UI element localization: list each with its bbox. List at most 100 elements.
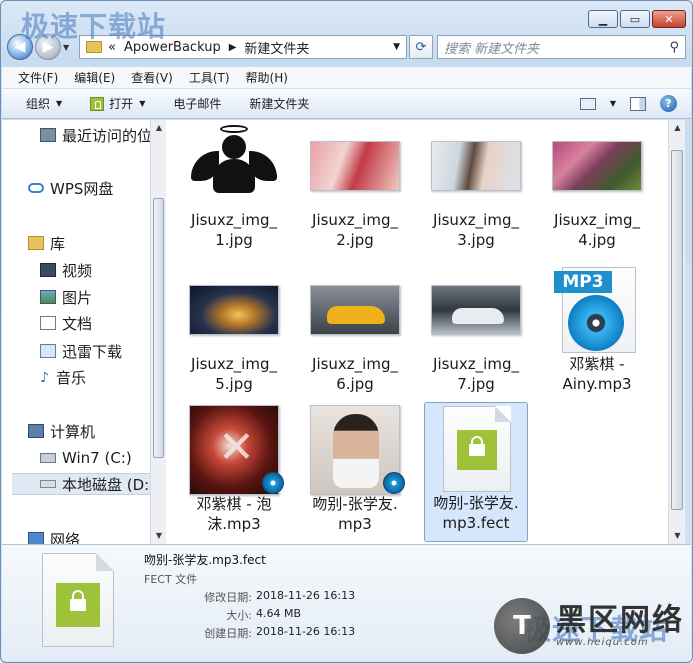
details-size: 大小: 4.64 MB <box>226 607 302 622</box>
view-options-dropdown-icon[interactable]: ▼ <box>610 99 616 108</box>
thumbnail <box>545 120 649 212</box>
file-item[interactable]: 吻别-张学友. mp3 <box>303 404 407 534</box>
photo-image <box>310 285 400 335</box>
watermark-brand: 黑区网络 <box>556 602 684 638</box>
thumbnail <box>182 404 286 496</box>
file-item[interactable]: Jisuxz_img_ 6.jpg <box>303 264 407 394</box>
maximize-button[interactable]: ▭ <box>620 10 650 28</box>
nav-library[interactable]: 库 <box>28 232 65 254</box>
nav-computer[interactable]: 计算机 <box>28 420 95 442</box>
file-name: Jisuxz_img_ 3.jpg <box>433 211 519 249</box>
computer-icon <box>28 424 44 438</box>
details-modified: 修改日期: 2018-11-26 16:13 <box>204 589 356 604</box>
nav-network-label: 网络 <box>50 530 81 545</box>
file-item[interactable]: MP3 邓紫棋 - Ainy.mp3 <box>545 264 649 394</box>
change-view-icon[interactable] <box>579 97 596 110</box>
system-drive-icon <box>40 453 56 463</box>
file-item-selected[interactable]: 吻别-张学友. mp3.fect <box>424 402 528 542</box>
menu-edit[interactable]: 编辑(E) <box>74 69 115 86</box>
file-name: Jisuxz_img_ 7.jpg <box>433 355 519 393</box>
scroll-down-icon[interactable]: ▼ <box>669 528 686 544</box>
locked-file-icon <box>42 553 118 651</box>
photo-image <box>552 141 642 191</box>
address-dropdown-icon[interactable]: ▼ <box>393 42 400 52</box>
help-icon[interactable]: ? <box>660 95 677 112</box>
nav-network[interactable]: 网络 <box>28 528 80 544</box>
nav-computer-label: 计算机 <box>50 422 96 441</box>
music-note-icon: ♪ <box>40 370 49 386</box>
menu-file[interactable]: 文件(F) <box>18 69 58 86</box>
file-name: 吻别-张学友. mp3.fect <box>433 494 519 532</box>
minimize-button[interactable]: ▁ <box>588 10 618 28</box>
email-button[interactable]: 电子邮件 <box>173 95 221 112</box>
menu-view[interactable]: 查看(V) <box>131 69 173 86</box>
menu-tools[interactable]: 工具(T) <box>189 69 230 86</box>
scroll-thumb[interactable] <box>671 150 683 510</box>
nav-recent-label: 最近访问的位 <box>62 126 150 145</box>
search-icon[interactable]: ⚲ <box>669 40 679 55</box>
nav-music[interactable]: ♪ 音乐 <box>40 366 86 388</box>
chevron-down-icon: ▼ <box>56 99 63 108</box>
close-button[interactable]: ✕ <box>652 10 686 28</box>
explorer-window: 极速下载站 ▁ ▭ ✕ ◀ ▶ ▼ « ApowerBackup ▶ 新建文件夹… <box>0 0 693 663</box>
video-icon <box>40 263 56 277</box>
refresh-icon: ⟳ <box>415 39 427 55</box>
nav-documents[interactable]: 文档 <box>40 312 92 334</box>
file-item[interactable]: Jisuxz_img_ 3.jpg <box>424 120 528 250</box>
mushroom-logo-icon: T <box>494 598 550 654</box>
search-placeholder: 搜索 新建文件夹 <box>444 41 540 57</box>
file-item[interactable]: Jisuxz_img_ 1.jpg <box>182 120 286 250</box>
open-button[interactable]: 打开 ▼ <box>90 95 145 112</box>
file-list-scrollbar[interactable]: ▲ ▼ <box>668 120 685 544</box>
details-filename: 吻别-张学友.mp3.fect <box>144 553 266 567</box>
watermark-top: 极速下载站 <box>21 10 167 43</box>
search-input[interactable]: 搜索 新建文件夹 ⚲ <box>437 35 686 59</box>
watermark-bottom: T 黑区网络 www.heiqu.com <box>494 598 684 654</box>
scroll-up-icon[interactable]: ▲ <box>669 120 686 136</box>
new-folder-button[interactable]: 新建文件夹 <box>249 95 309 112</box>
file-name: Jisuxz_img_ 4.jpg <box>554 211 640 249</box>
photo-image <box>431 285 521 335</box>
thumbnail <box>303 404 407 496</box>
organize-button[interactable]: 组织 ▼ <box>26 95 62 112</box>
preview-pane-icon[interactable] <box>630 96 646 111</box>
file-item[interactable]: Jisuxz_img_ 7.jpg <box>424 264 528 394</box>
nav-pictures-label: 图片 <box>62 288 93 307</box>
scroll-down-icon[interactable]: ▼ <box>151 528 167 544</box>
file-item[interactable]: Jisuxz_img_ 5.jpg <box>182 264 286 394</box>
nav-pictures[interactable]: 图片 <box>40 286 92 308</box>
watermark-url: www.heiqu.com <box>556 636 649 648</box>
chevron-down-icon: ▼ <box>139 99 146 108</box>
file-item[interactable]: 邓紫棋 - 泡沫.mp3 <box>182 404 286 534</box>
nav-xunlei[interactable]: 迅雷下载 <box>40 340 122 362</box>
nav-drive-d[interactable]: 本地磁盘 (D: <box>12 473 150 495</box>
nav-drive-c[interactable]: Win7 (C:) <box>40 447 132 469</box>
scroll-thumb[interactable] <box>153 198 164 458</box>
nav-wps-cloud[interactable]: WPS网盘 <box>28 177 113 199</box>
thumbnail <box>303 120 407 212</box>
pictures-icon <box>40 290 56 304</box>
nav-video[interactable]: 视频 <box>40 259 92 281</box>
file-name: Jisuxz_img_ 2.jpg <box>312 211 398 249</box>
menu-help[interactable]: 帮助(H) <box>246 69 288 86</box>
photo-image <box>189 285 279 335</box>
nav-music-label: 音乐 <box>56 368 87 387</box>
navigation-scrollbar[interactable]: ▲ ▼ <box>150 120 166 544</box>
nav-recent[interactable]: 最近访问的位 <box>40 124 150 146</box>
refresh-button[interactable]: ⟳ <box>409 35 433 59</box>
nav-video-label: 视频 <box>62 261 93 280</box>
nav-documents-label: 文档 <box>62 314 93 333</box>
network-icon <box>28 532 44 544</box>
open-label: 打开 <box>109 97 134 111</box>
nav-drive-c-label: Win7 (C:) <box>62 449 132 467</box>
organize-label: 组织 <box>26 97 51 111</box>
breadcrumb-new-folder[interactable]: 新建文件夹 <box>244 38 309 57</box>
file-name: 邓紫棋 - Ainy.mp3 <box>562 355 632 393</box>
file-item[interactable]: Jisuxz_img_ 4.jpg <box>545 120 649 250</box>
breadcrumb-separator-icon[interactable]: ▶ <box>229 42 237 53</box>
file-item[interactable]: Jisuxz_img_ 2.jpg <box>303 120 407 250</box>
scroll-up-icon[interactable]: ▲ <box>151 120 167 136</box>
file-list: Jisuxz_img_ 1.jpg Jisuxz_img_ 2.jpg Jisuxz… <box>166 120 668 544</box>
download-folder-icon <box>40 344 56 358</box>
nav-drive-d-label: 本地磁盘 (D: <box>62 475 150 494</box>
